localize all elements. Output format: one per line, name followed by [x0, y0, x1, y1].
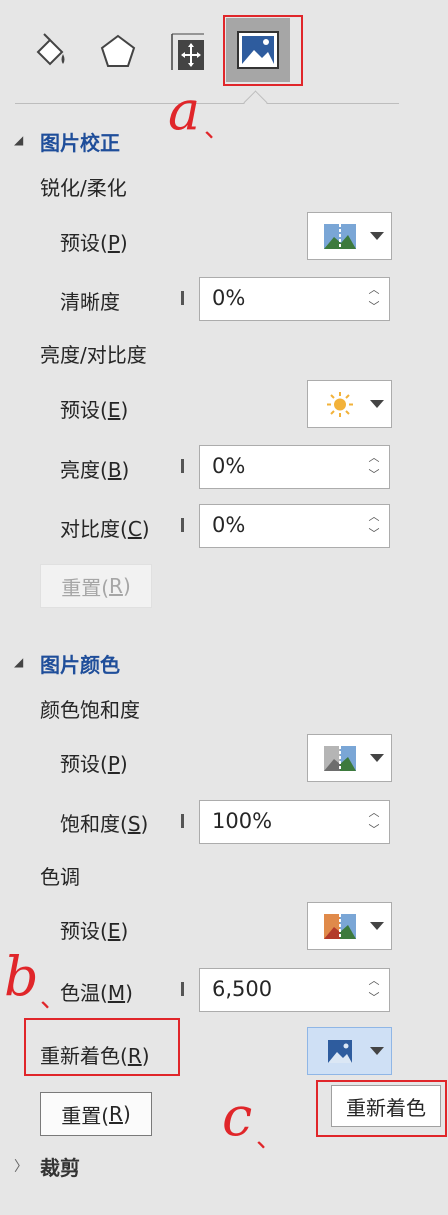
saturation-input[interactable]: 100% ︿ ﹀	[199, 800, 390, 844]
chevron-down-icon	[370, 232, 384, 240]
tab-pointer	[243, 90, 268, 115]
brightness-preset-label: 预设(E)	[60, 398, 129, 422]
slider-handle[interactable]	[181, 291, 184, 305]
contrast-label: 对比度(C)	[60, 517, 150, 541]
tone-preset-label: 预设(E)	[60, 919, 129, 943]
pentagon-icon	[100, 34, 136, 67]
spin-arrows-icon[interactable]: ︿ ﹀	[367, 804, 381, 840]
collapse-icon[interactable]: ◢	[14, 655, 23, 669]
spin-arrows-icon[interactable]: ︿ ﹀	[367, 449, 381, 485]
saturation-value[interactable]: 100%	[212, 809, 272, 833]
sharpen-soften-heading: 锐化/柔化	[40, 176, 127, 200]
tone-preset-dropdown[interactable]	[307, 902, 392, 950]
correction-reset-button[interactable]: 重置(R)	[40, 564, 152, 608]
size-move-icon	[171, 33, 204, 70]
annotation-c-tick: 、	[256, 1124, 283, 1154]
clarity-input[interactable]: 0% ︿ ﹀	[199, 277, 390, 321]
clarity-value[interactable]: 0%	[212, 286, 245, 310]
annotation-a-tick: 、	[204, 114, 231, 144]
sharpen-preset-label: 预设(P)	[60, 231, 128, 255]
tab-divider	[15, 103, 399, 104]
spin-arrows-icon[interactable]: ︿ ﹀	[367, 281, 381, 317]
contrast-input[interactable]: 0% ︿ ﹀	[199, 504, 390, 548]
color-reset-button[interactable]: 重置(R)	[40, 1092, 152, 1136]
annotation-b: b	[4, 945, 39, 1008]
recolor-label: 重新着色(R)	[40, 1044, 150, 1068]
annotation-highlight-tab	[223, 15, 303, 86]
slider-handle[interactable]	[181, 518, 184, 532]
section-title-picture-correction[interactable]: 图片校正	[40, 127, 120, 156]
brightness-input[interactable]: 0% ︿ ﹀	[199, 445, 390, 489]
effects-tab[interactable]	[88, 22, 148, 82]
spin-arrows-icon[interactable]: ︿ ﹀	[367, 508, 381, 544]
collapse-icon[interactable]: ◢	[14, 133, 23, 147]
temperature-value[interactable]: 6,500	[212, 977, 272, 1001]
brightness-contrast-heading: 亮度/对比度	[40, 343, 147, 367]
spin-arrows-icon[interactable]: ︿ ﹀	[367, 972, 381, 1008]
slider-handle[interactable]	[181, 982, 184, 996]
slider-handle[interactable]	[181, 459, 184, 473]
sun-icon	[327, 392, 353, 417]
saturation-preset-icon	[324, 746, 356, 771]
recolor-dropdown[interactable]	[307, 1027, 392, 1075]
saturation-preset-label: 预设(P)	[60, 752, 128, 776]
temperature-label: 色温(M)	[60, 981, 133, 1005]
saturation-preset-dropdown[interactable]	[307, 734, 392, 782]
contrast-value[interactable]: 0%	[212, 513, 245, 537]
tone-heading: 色调	[40, 865, 80, 889]
size-properties-tab[interactable]	[158, 22, 218, 82]
picture-icon	[328, 1040, 352, 1063]
sharpen-preset-icon	[324, 224, 356, 249]
saturation-label: 饱和度(S)	[60, 812, 149, 836]
chevron-down-icon	[370, 754, 384, 762]
tone-preset-icon	[324, 914, 356, 939]
sharpen-preset-dropdown[interactable]	[307, 212, 392, 260]
recolor-tooltip: 重新着色	[331, 1085, 441, 1127]
slider-handle[interactable]	[181, 814, 184, 828]
expand-icon[interactable]: 〉	[14, 1156, 28, 1176]
chevron-down-icon	[370, 400, 384, 408]
chevron-down-icon	[370, 922, 384, 930]
brightness-preset-dropdown[interactable]	[307, 380, 392, 428]
annotation-c: c	[222, 1085, 253, 1148]
chevron-down-icon	[370, 1047, 384, 1055]
clarity-label: 清晰度	[60, 290, 120, 314]
section-title-crop[interactable]: 裁剪	[40, 1152, 80, 1181]
section-title-picture-color[interactable]: 图片颜色	[40, 649, 120, 678]
paint-bucket-icon	[36, 33, 65, 66]
temperature-input[interactable]: 6,500 ︿ ﹀	[199, 968, 390, 1012]
brightness-value[interactable]: 0%	[212, 454, 245, 478]
annotation-a: a	[168, 79, 201, 142]
brightness-label: 亮度(B)	[60, 458, 130, 482]
saturation-heading: 颜色饱和度	[40, 698, 140, 722]
fill-line-tab[interactable]	[20, 22, 80, 82]
